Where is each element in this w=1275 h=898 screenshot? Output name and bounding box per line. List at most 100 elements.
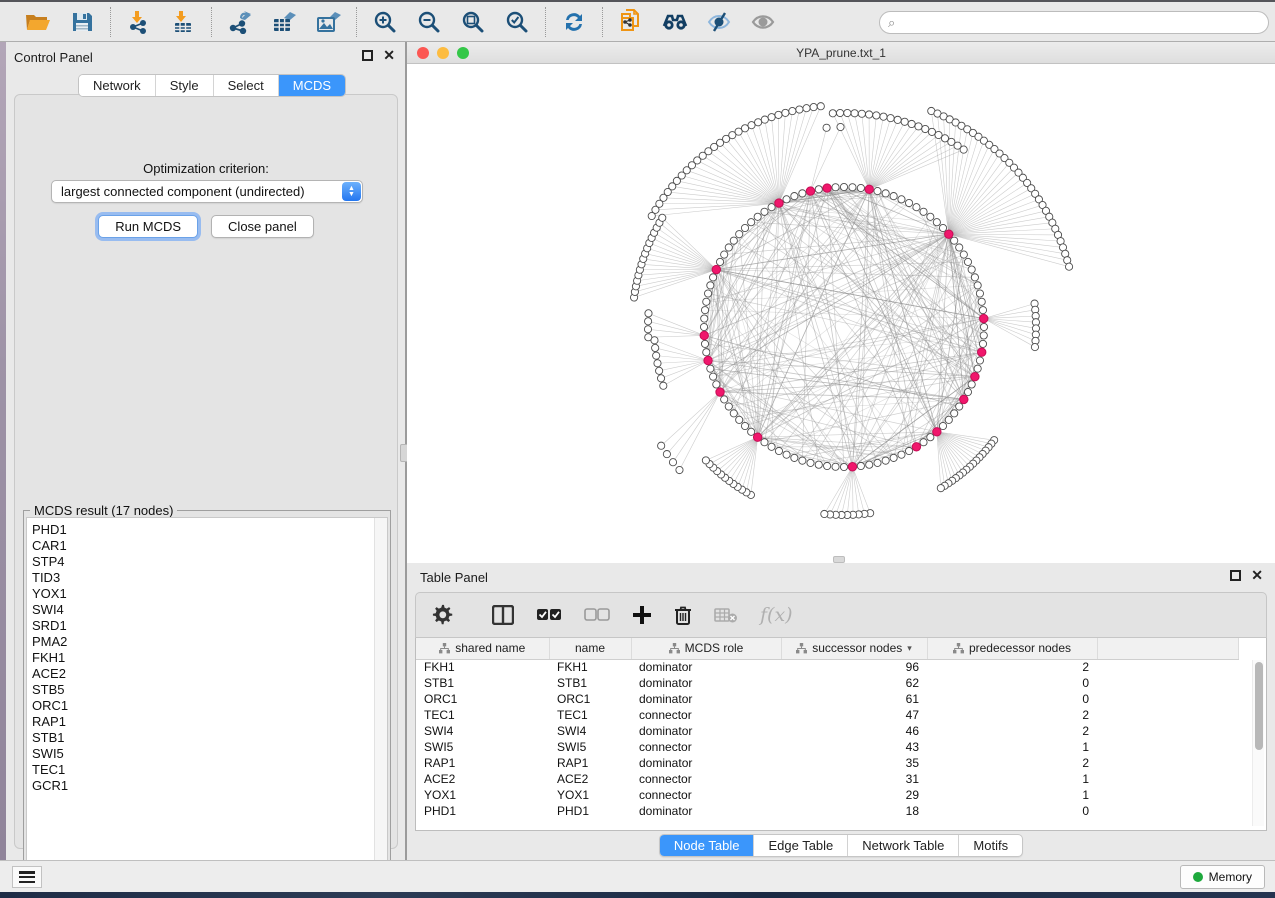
tab-node-table[interactable]: Node Table — [660, 835, 755, 856]
mcds-node[interactable] — [945, 230, 953, 238]
mcds-node[interactable] — [980, 314, 988, 322]
network-node[interactable] — [754, 213, 761, 220]
network-node[interactable] — [748, 219, 755, 226]
network-node[interactable] — [849, 184, 856, 191]
column-header-name[interactable]: name — [549, 638, 631, 659]
network-node[interactable] — [701, 340, 708, 347]
mcds-result-item[interactable]: ORC1 — [32, 698, 387, 714]
mcds-result-item[interactable]: PMA2 — [32, 634, 387, 650]
hide-details-icon[interactable] — [705, 8, 733, 36]
mcds-result-item[interactable]: SRD1 — [32, 618, 387, 634]
export-table-icon[interactable] — [270, 8, 298, 36]
mcds-node[interactable] — [700, 331, 708, 339]
network-node[interactable] — [873, 112, 880, 119]
network-node[interactable] — [721, 251, 728, 258]
mcds-node[interactable] — [960, 395, 968, 403]
mcds-result-list[interactable]: PHD1CAR1STP4TID3YOX1SWI4SRD1PMA2FKH1ACE2… — [26, 517, 388, 875]
deselect-all-icon[interactable] — [584, 608, 610, 622]
network-node[interactable] — [658, 442, 665, 449]
tab-edge-table[interactable]: Edge Table — [754, 835, 848, 856]
mcds-result-item[interactable]: STB5 — [32, 682, 387, 698]
network-node[interactable] — [956, 244, 963, 251]
mcds-node[interactable] — [753, 433, 761, 441]
network-node[interactable] — [980, 332, 987, 339]
network-node[interactable] — [791, 454, 798, 461]
network-node[interactable] — [659, 214, 666, 221]
network-node[interactable] — [748, 428, 755, 435]
mcds-result-item[interactable]: RAP1 — [32, 714, 387, 730]
mcds-node[interactable] — [912, 443, 920, 451]
zoom-in-icon[interactable] — [371, 8, 399, 36]
mcds-node[interactable] — [712, 265, 720, 273]
network-node[interactable] — [976, 290, 983, 297]
network-node[interactable] — [840, 463, 847, 470]
mcds-result-item[interactable]: ACE2 — [32, 666, 387, 682]
network-node[interactable] — [857, 184, 864, 191]
horizontal-splitter-handle[interactable] — [833, 556, 845, 563]
mcds-result-item[interactable]: STB1 — [32, 730, 387, 746]
network-node[interactable] — [898, 451, 905, 458]
network-node[interactable] — [701, 315, 708, 322]
network-node[interactable] — [676, 466, 683, 473]
column-header-successor-nodes[interactable]: successor nodes▾ — [781, 638, 927, 659]
network-node[interactable] — [803, 105, 810, 112]
network-node[interactable] — [775, 447, 782, 454]
network-node[interactable] — [644, 318, 651, 325]
network-node[interactable] — [933, 219, 940, 226]
mcds-node[interactable] — [848, 463, 856, 471]
network-node[interactable] — [866, 461, 873, 468]
run-mcds-button[interactable]: Run MCDS — [98, 215, 198, 238]
network-node[interactable] — [815, 461, 822, 468]
network-node[interactable] — [821, 510, 828, 517]
gear-icon[interactable] — [432, 604, 454, 626]
network-node[interactable] — [716, 258, 723, 265]
table-row[interactable]: RAP1RAP1dominator352 — [416, 755, 1238, 771]
import-table-icon[interactable] — [169, 8, 197, 36]
network-node[interactable] — [882, 457, 889, 464]
network-node[interactable] — [890, 454, 897, 461]
network-node[interactable] — [974, 282, 981, 289]
network-node[interactable] — [707, 365, 714, 372]
network-node[interactable] — [789, 107, 796, 114]
mcds-node[interactable] — [865, 185, 873, 193]
table-row[interactable]: TEC1TEC1connector472 — [416, 707, 1238, 723]
network-node[interactable] — [645, 310, 652, 317]
apply-layout-icon[interactable] — [560, 8, 588, 36]
network-node[interactable] — [730, 237, 737, 244]
network-node[interactable] — [799, 457, 806, 464]
network-node[interactable] — [783, 196, 790, 203]
tab-network-table[interactable]: Network Table — [848, 835, 959, 856]
network-node[interactable] — [971, 274, 978, 281]
export-network-icon[interactable] — [226, 8, 254, 36]
network-node[interactable] — [736, 231, 743, 238]
network-node[interactable] — [945, 416, 952, 423]
network-node[interactable] — [783, 451, 790, 458]
show-details-icon[interactable] — [749, 8, 777, 36]
zoom-fit-icon[interactable] — [459, 8, 487, 36]
network-node[interactable] — [669, 459, 676, 466]
open-file-icon[interactable] — [24, 8, 52, 36]
column-header-predecessor-nodes[interactable]: predecessor nodes — [927, 638, 1097, 659]
table-row[interactable]: SWI4SWI4dominator462 — [416, 723, 1238, 739]
delete-icon[interactable] — [674, 605, 692, 626]
network-node[interactable] — [768, 443, 775, 450]
network-node[interactable] — [654, 360, 661, 367]
network-node[interactable] — [937, 485, 944, 492]
network-node[interactable] — [736, 416, 743, 423]
column-header-MCDS-role[interactable]: MCDS role — [631, 638, 781, 659]
search-network-icon[interactable] — [661, 8, 689, 36]
network-graph-canvas[interactable] — [407, 64, 1275, 563]
network-node[interactable] — [951, 237, 958, 244]
network-node[interactable] — [704, 290, 711, 297]
network-node[interactable] — [796, 106, 803, 113]
table-row[interactable]: ORC1ORC1dominator610 — [416, 691, 1238, 707]
network-node[interactable] — [1065, 263, 1072, 270]
search-input[interactable] — [895, 13, 1268, 32]
memory-button[interactable]: Memory — [1180, 865, 1265, 889]
network-node[interactable] — [979, 340, 986, 347]
mcds-list-scrollbar[interactable] — [374, 518, 387, 874]
table-row[interactable]: PHD1PHD1dominator180 — [416, 803, 1238, 819]
table-row[interactable]: SWI5SWI5connector431 — [416, 739, 1238, 755]
network-node[interactable] — [956, 403, 963, 410]
mcds-node[interactable] — [716, 388, 724, 396]
